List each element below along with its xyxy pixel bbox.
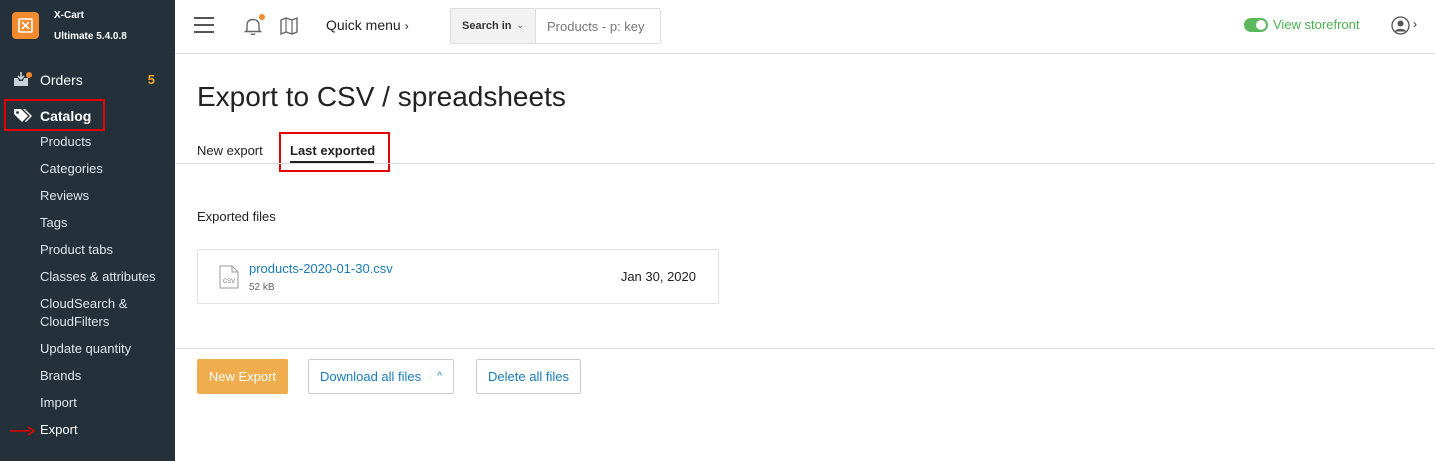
brand-area[interactable]: X-Cart Ultimate 5.4.0.8: [0, 0, 175, 54]
sidebar: X-Cart Ultimate 5.4.0.8 Orders 5 Catalog…: [0, 0, 175, 461]
sidebar-item-label: CloudFilters: [40, 314, 110, 329]
chevron-down-icon: ⌄: [516, 20, 525, 31]
sidebar-item-catalog[interactable]: Catalog: [4, 99, 105, 131]
quick-menu-button[interactable]: Quick menu ›: [326, 17, 409, 33]
brand-name: X-Cart: [54, 10, 85, 21]
notification-dot: [259, 14, 265, 20]
quick-menu-label: Quick menu: [326, 17, 401, 33]
sidebar-item-reviews[interactable]: Reviews: [40, 187, 89, 205]
exported-file-card: CSV products-2020-01-30.csv 52 kB Jan 30…: [197, 249, 719, 304]
xcart-logo-icon[interactable]: [12, 12, 39, 39]
arrow-right-icon: [10, 426, 36, 436]
sidebar-item-label: Orders: [40, 72, 83, 88]
sidebar-item-export[interactable]: Export: [40, 421, 78, 439]
csv-icon-text: CSV: [223, 279, 235, 285]
view-storefront-link[interactable]: View storefront: [1273, 17, 1359, 32]
sidebar-item-label: CloudSearch &: [40, 296, 128, 311]
csv-file-icon: CSV: [219, 265, 239, 294]
orders-count-badge: 5: [147, 72, 155, 87]
sidebar-item-cloudsearch[interactable]: CloudSearch & CloudFilters: [40, 295, 127, 331]
file-download-link[interactable]: products-2020-01-30.csv: [249, 261, 393, 276]
sidebar-item-orders[interactable]: Orders 5: [0, 66, 175, 94]
sidebar-item-tags[interactable]: Tags: [40, 214, 67, 232]
new-export-button[interactable]: New Export: [197, 359, 288, 394]
file-date: Jan 30, 2020: [620, 269, 696, 284]
file-size: 52 kB: [249, 282, 275, 293]
sidebar-item-categories[interactable]: Categories: [40, 160, 103, 178]
search-in-label: Search in: [462, 20, 512, 32]
sidebar-item-classes-attributes[interactable]: Classes & attributes: [40, 268, 156, 286]
sidebar-item-product-tabs[interactable]: Product tabs: [40, 241, 113, 259]
exported-files-heading: Exported files: [197, 209, 276, 224]
user-avatar-icon[interactable]: [1391, 16, 1410, 40]
map-icon[interactable]: [279, 16, 299, 41]
chevron-up-icon: ^: [437, 371, 442, 382]
storefront-toggle[interactable]: [1244, 18, 1268, 32]
delete-all-files-button[interactable]: Delete all files: [476, 359, 581, 394]
tabs-divider: [175, 163, 1435, 164]
sidebar-item-products[interactable]: Products: [40, 133, 91, 151]
tab-new-export[interactable]: New export: [197, 143, 263, 158]
tab-last-exported[interactable]: Last exported: [290, 143, 375, 158]
download-all-label: Download all files: [320, 369, 422, 384]
search-box: Search in ⌄: [450, 8, 661, 44]
sidebar-item-brands[interactable]: Brands: [40, 367, 81, 385]
top-header: Quick menu› Search in ⌄ View storefront …: [175, 0, 1435, 54]
search-in-dropdown[interactable]: Search in ⌄: [451, 9, 536, 43]
orders-icon: [12, 71, 32, 93]
sidebar-item-update-quantity[interactable]: Update quantity: [40, 340, 131, 358]
brand-version: Ultimate 5.4.0.8: [54, 31, 127, 42]
search-input[interactable]: [537, 9, 660, 43]
chevron-right-icon[interactable]: ›: [1413, 17, 1417, 31]
hamburger-menu-icon[interactable]: [194, 17, 214, 35]
page-title: Export to CSV / spreadsheets: [197, 81, 566, 112]
sidebar-item-label: Catalog: [40, 108, 92, 124]
sidebar-item-import[interactable]: Import: [40, 394, 77, 412]
tags-icon: [13, 108, 33, 128]
chevron-right-icon: ›: [404, 19, 409, 33]
download-all-files-button[interactable]: Download all files ^: [308, 359, 454, 394]
footer-divider: [175, 348, 1435, 349]
